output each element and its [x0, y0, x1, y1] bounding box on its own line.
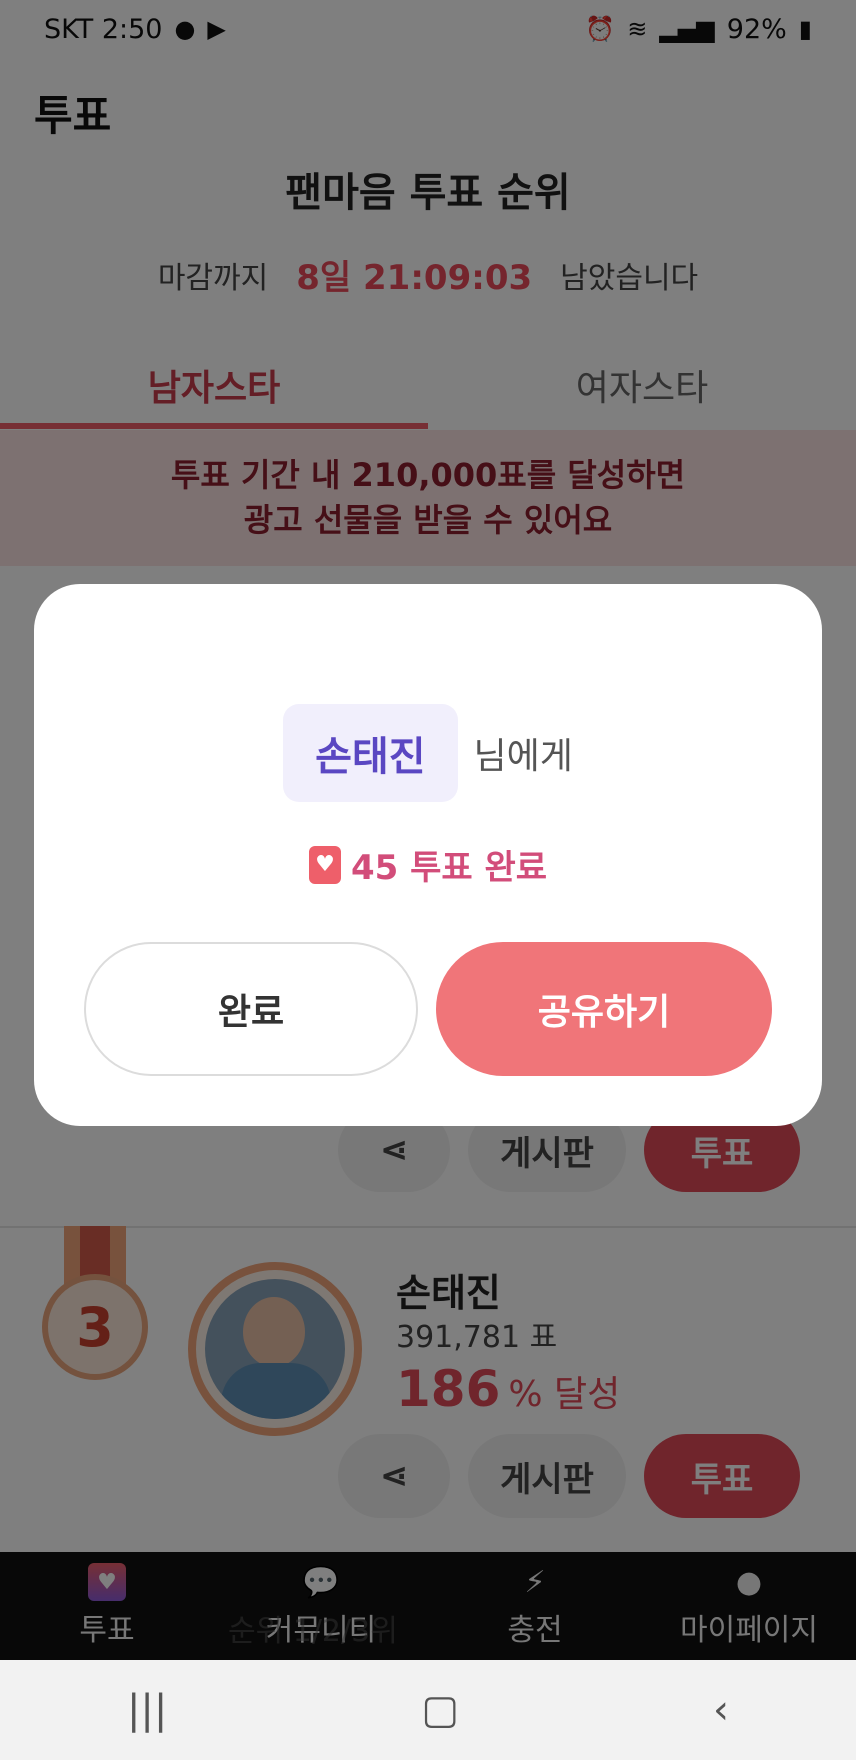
heart-icon: ♥ — [308, 845, 341, 884]
share-button[interactable]: 공유하기 — [436, 942, 772, 1076]
recent-apps-icon[interactable]: ||| — [127, 1687, 167, 1733]
home-icon[interactable]: ▢ — [421, 1687, 459, 1733]
recipient-row: 손태진 님에게 — [34, 704, 822, 802]
recipient-name: 손태진 — [283, 704, 458, 802]
back-icon[interactable]: ‹ — [713, 1687, 729, 1733]
complete-button[interactable]: 완료 — [84, 942, 418, 1076]
dialog-buttons: 완료 공유하기 — [84, 942, 772, 1076]
android-nav-bar: ||| ▢ ‹ — [0, 1660, 856, 1760]
vote-complete-dialog: 손태진 님에게 ♥ 45 투표 완료 완료 공유하기 — [34, 584, 822, 1126]
vote-done-row: ♥ 45 투표 완료 — [34, 840, 822, 889]
recipient-suffix: 님에게 — [473, 736, 573, 777]
vote-done-text: 45 투표 완료 — [350, 848, 548, 888]
